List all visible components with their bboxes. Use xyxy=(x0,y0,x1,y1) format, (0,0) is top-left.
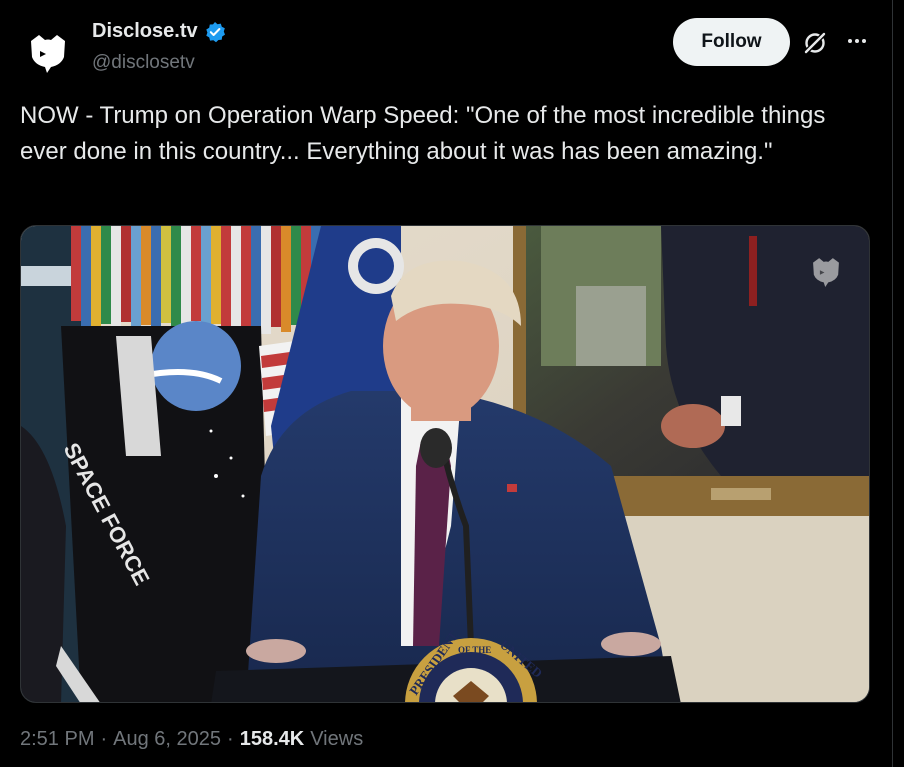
more-options-icon[interactable] xyxy=(843,28,871,54)
separator: · xyxy=(227,728,234,750)
tweet-article: Disclose.tv @disclosetv Follow NOW - Tru… xyxy=(0,0,893,767)
seal-text-mid: OF THE xyxy=(458,645,491,655)
verified-badge-icon[interactable] xyxy=(204,21,226,43)
watermark-logo-icon xyxy=(813,258,839,287)
views-label[interactable]: Views xyxy=(310,728,363,751)
tweet-text: NOW - Trump on Operation Warp Speed: "On… xyxy=(20,102,832,165)
disclose-logo-icon xyxy=(31,35,65,73)
author-name-row[interactable]: Disclose.tv xyxy=(92,20,226,43)
tweet-header: Disclose.tv @disclosetv Follow xyxy=(20,16,870,80)
grok-icon[interactable] xyxy=(800,28,830,58)
author-handle[interactable]: @disclosetv xyxy=(92,52,195,74)
tweet-video[interactable]: SPACE FORCE PRESIDENT OF THE UNITED xyxy=(20,225,870,703)
views-count[interactable]: 158.4K xyxy=(240,728,305,751)
dot xyxy=(848,39,852,43)
dot xyxy=(862,39,866,43)
follow-button[interactable]: Follow xyxy=(673,18,790,66)
video-frame: SPACE FORCE PRESIDENT OF THE UNITED xyxy=(21,226,869,702)
author-display-name[interactable]: Disclose.tv xyxy=(92,20,198,43)
tweet-time[interactable]: 2:51 PM xyxy=(20,728,94,751)
tweet-date[interactable]: Aug 6, 2025 xyxy=(113,728,221,751)
tweet-meta: 2:51 PM · Aug 6, 2025 · 158.4K Views xyxy=(20,728,363,751)
dot xyxy=(855,39,859,43)
separator: · xyxy=(100,728,108,750)
avatar[interactable] xyxy=(20,24,76,80)
